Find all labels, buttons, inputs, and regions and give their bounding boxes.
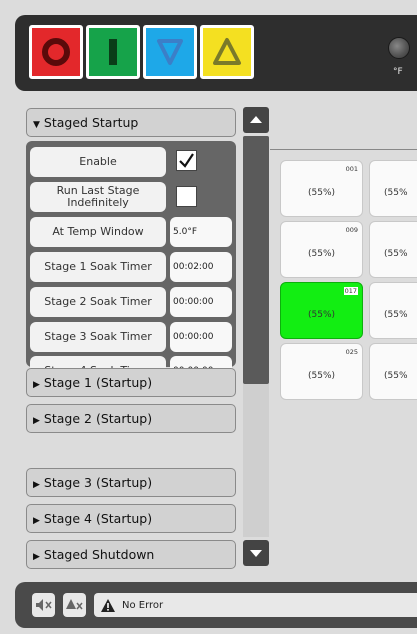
zone-value: (55% <box>384 371 408 381</box>
run-last-stage-label: Run Last Stage Indefinitely <box>30 182 166 212</box>
clear-alarm-button[interactable] <box>63 593 86 617</box>
speaker-mute-icon <box>36 599 52 611</box>
boost-button[interactable] <box>200 25 254 79</box>
triangle-down-icon: ▼ <box>33 120 40 130</box>
stage-1-soak-timer-field[interactable]: 00:02:00 <box>170 252 232 282</box>
triangle-right-icon: ▶ <box>33 416 40 426</box>
triangle-down-icon <box>157 39 183 65</box>
section-header-stage-4[interactable]: ▶ Stage 4 (Startup) <box>26 504 236 533</box>
zone-tile[interactable]: 025 (55%) <box>280 343 363 400</box>
stage-2-soak-timer-label: Stage 2 Soak Timer <box>30 287 166 317</box>
zone-tile[interactable]: (55% <box>369 160 417 217</box>
section-title: Stage 1 (Startup) <box>43 375 153 390</box>
zone-value: (55% <box>384 188 408 198</box>
status-message[interactable]: No Error <box>94 593 417 617</box>
scrollbar-thumb[interactable] <box>243 136 269 384</box>
zone-tile[interactable]: (55% <box>369 221 417 278</box>
stop-button[interactable] <box>29 25 83 79</box>
scroll-up-button[interactable] <box>243 107 269 133</box>
zone-value: (55% <box>384 249 408 259</box>
zone-number: 025 <box>345 348 358 356</box>
circle-icon <box>42 38 70 66</box>
section-title: Stage 3 (Startup) <box>43 475 153 490</box>
zone-number: 017 <box>343 287 358 295</box>
bar-icon <box>109 39 117 65</box>
checkmark-icon <box>179 153 194 168</box>
status-text: No Error <box>122 599 164 611</box>
zone-value: (55%) <box>307 249 336 259</box>
at-temp-window-field[interactable]: 5.0°F <box>170 217 232 247</box>
zone-number: 001 <box>345 165 358 173</box>
section-title: Stage 4 (Startup) <box>43 511 153 526</box>
enable-label: Enable <box>30 147 166 177</box>
section-header-stage-3[interactable]: ▶ Stage 3 (Startup) <box>26 468 236 497</box>
cool-down-button[interactable] <box>143 25 197 79</box>
zone-tile-active[interactable]: 017 (55%) <box>280 282 363 339</box>
divider <box>270 149 417 150</box>
run-last-stage-checkbox[interactable] <box>176 186 197 207</box>
zone-number: 009 <box>345 226 358 234</box>
section-title: Staged Shutdown <box>43 547 155 562</box>
triangle-right-icon: ▶ <box>33 380 40 390</box>
zone-tile[interactable]: (55% <box>369 282 417 339</box>
zone-value: (55% <box>384 310 408 320</box>
triangle-right-icon: ▶ <box>33 516 40 526</box>
section-title: Stage 2 (Startup) <box>43 411 153 426</box>
section-header-stage-1[interactable]: ▶ Stage 1 (Startup) <box>26 368 236 397</box>
zone-tile[interactable]: 001 (55%) <box>280 160 363 217</box>
temperature-unit-label: °F <box>393 67 403 77</box>
alarm-clear-icon <box>66 599 83 610</box>
zone-value: (55%) <box>307 310 336 320</box>
triangle-right-icon: ▶ <box>33 480 40 490</box>
section-title: Staged Startup <box>43 115 139 130</box>
arrow-up-icon <box>250 116 262 123</box>
run-button[interactable] <box>86 25 140 79</box>
zone-value: (55%) <box>307 371 336 381</box>
zone-value: (55%) <box>307 188 336 198</box>
zone-tile[interactable]: (55% <box>369 343 417 400</box>
arrow-down-icon <box>250 550 262 557</box>
zone-tile[interactable]: 009 (55%) <box>280 221 363 278</box>
section-header-staged-startup[interactable]: ▼ Staged Startup <box>26 108 236 137</box>
mute-button[interactable] <box>32 593 55 617</box>
top-toolbar: °F <box>15 15 417 91</box>
warning-icon <box>101 598 115 612</box>
enable-checkbox[interactable] <box>176 150 197 171</box>
section-header-stage-2[interactable]: ▶ Stage 2 (Startup) <box>26 404 236 433</box>
at-temp-window-label: At Temp Window <box>30 217 166 247</box>
triangle-up-icon <box>213 38 241 65</box>
status-bar: No Error <box>15 582 417 628</box>
stage-3-soak-timer-label: Stage 3 Soak Timer <box>30 322 166 352</box>
section-header-staged-shutdown[interactable]: ▶ Staged Shutdown <box>26 540 236 569</box>
stage-2-soak-timer-field[interactable]: 00:00:00 <box>170 287 232 317</box>
scroll-down-button[interactable] <box>243 540 269 566</box>
stage-3-soak-timer-field[interactable]: 00:00:00 <box>170 322 232 352</box>
stage-1-soak-timer-label: Stage 1 Soak Timer <box>30 252 166 282</box>
status-indicator-knob[interactable] <box>388 37 410 59</box>
triangle-right-icon: ▶ <box>33 552 40 562</box>
